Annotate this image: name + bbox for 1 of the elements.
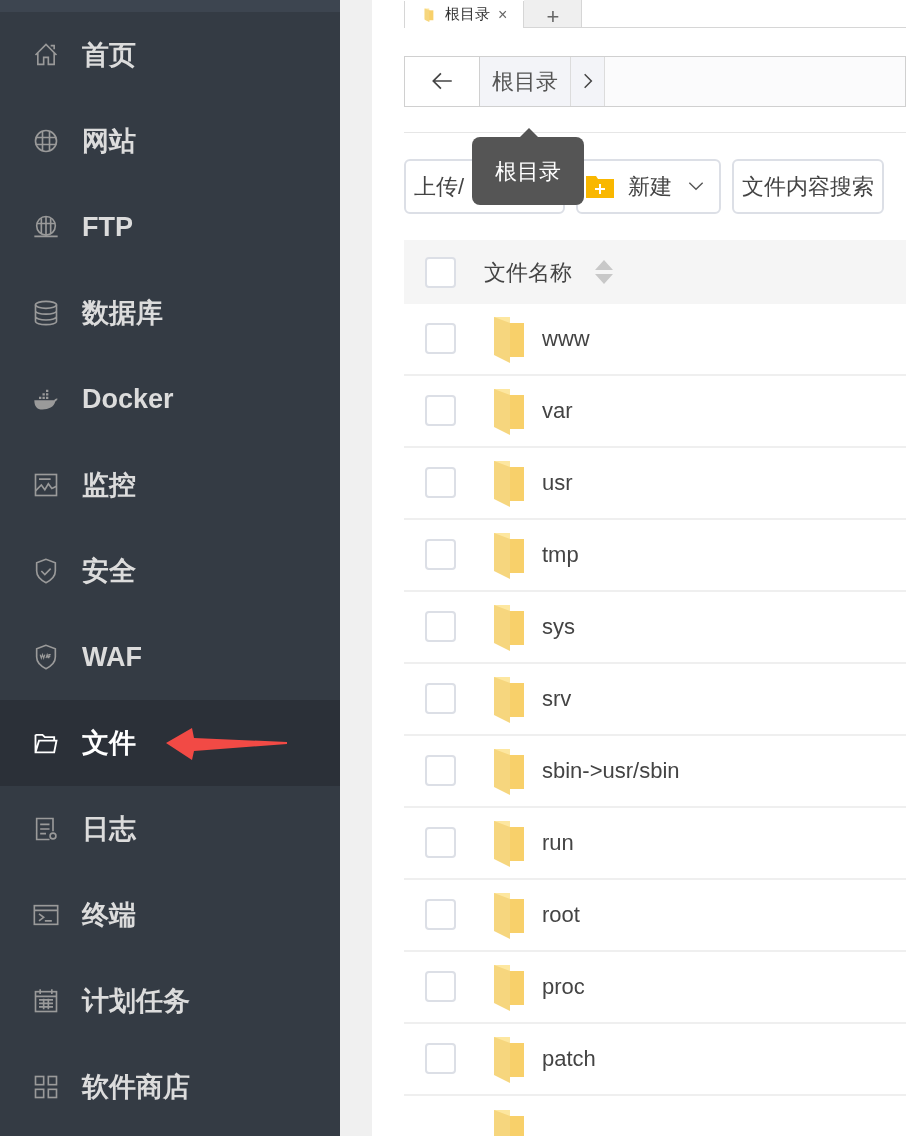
tab-label: 根目录 — [445, 4, 490, 25]
